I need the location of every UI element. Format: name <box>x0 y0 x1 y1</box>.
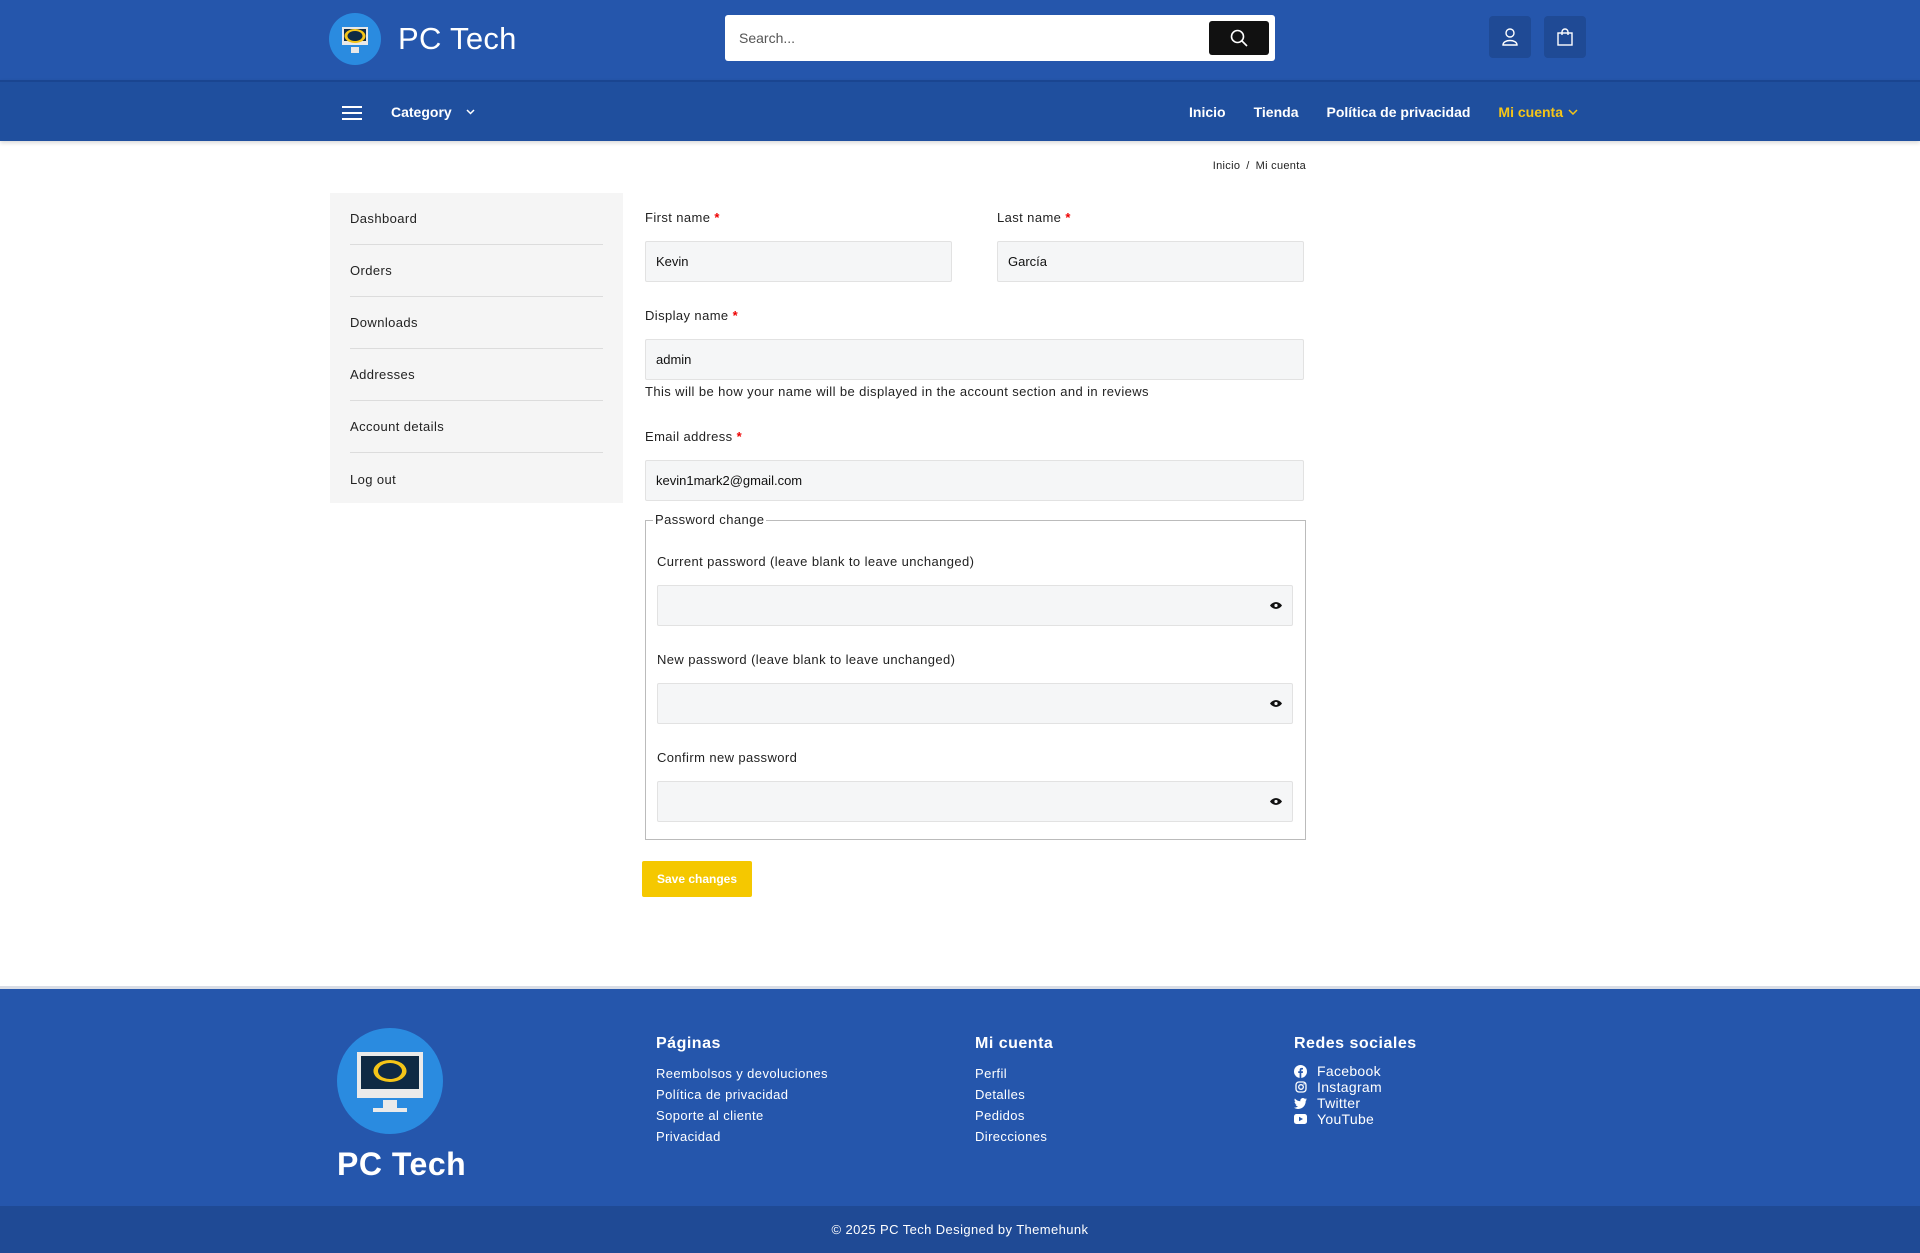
nav-link-privacy[interactable]: Política de privacidad <box>1326 104 1470 120</box>
footer-pages-column: Páginas Reembolsos y devoluciones Políti… <box>656 1035 828 1147</box>
current-password-input[interactable] <box>657 585 1293 626</box>
footer-link-addresses[interactable]: Direcciones <box>975 1126 1053 1147</box>
search-button[interactable] <box>1209 21 1269 55</box>
email-label: Email address * <box>645 429 742 444</box>
first-name-label: First name * <box>645 210 720 225</box>
current-password-label: Current password (leave blank to leave u… <box>657 554 975 569</box>
footer-facebook-label: Facebook <box>1317 1063 1381 1079</box>
sidebar-item-orders[interactable]: Orders <box>350 245 603 297</box>
nav-link-mi-cuenta-label: Mi cuenta <box>1498 104 1563 120</box>
last-name-label: Last name * <box>997 210 1071 225</box>
search-bar <box>725 15 1275 61</box>
nav-link-tienda[interactable]: Tienda <box>1254 104 1299 120</box>
footer-link-profile[interactable]: Perfil <box>975 1063 1053 1084</box>
top-header: PC Tech <box>0 0 1920 80</box>
footer-logo-icon <box>337 1028 443 1134</box>
show-password-icon[interactable] <box>1270 699 1282 708</box>
first-name-label-text: First name <box>645 210 711 225</box>
instagram-icon <box>1294 1081 1307 1094</box>
last-name-input[interactable] <box>997 241 1304 282</box>
footer-link-twitter[interactable]: Twitter <box>1294 1095 1417 1111</box>
cart-button[interactable] <box>1544 16 1586 58</box>
breadcrumb-separator: / <box>1246 160 1250 172</box>
required-mark: * <box>714 210 720 225</box>
breadcrumb-home[interactable]: Inicio <box>1213 160 1240 172</box>
site-footer: PC Tech Páginas Reembolsos y devolucione… <box>0 986 1920 1206</box>
show-password-icon[interactable] <box>1270 601 1282 610</box>
footer-social-column: Redes sociales Facebook Instagram Twitte… <box>1294 1035 1417 1127</box>
footer-link-youtube[interactable]: YouTube <box>1294 1111 1417 1127</box>
facebook-icon <box>1294 1064 1307 1078</box>
chevron-down-icon <box>466 109 475 115</box>
password-change-legend: Password change <box>653 512 767 527</box>
footer-account-column: Mi cuenta Perfil Detalles Pedidos Direcc… <box>975 1035 1053 1147</box>
footer-instagram-label: Instagram <box>1317 1079 1382 1095</box>
password-change-fieldset: Password change Current password (leave … <box>645 512 1306 840</box>
footer-link-orders[interactable]: Pedidos <box>975 1105 1053 1126</box>
first-name-input[interactable] <box>645 241 952 282</box>
user-icon <box>1502 28 1518 46</box>
email-input[interactable] <box>645 460 1304 501</box>
search-icon <box>1230 29 1248 47</box>
footer-link-support[interactable]: Soporte al cliente <box>656 1105 828 1126</box>
show-password-icon[interactable] <box>1270 797 1282 806</box>
footer-twitter-label: Twitter <box>1317 1095 1361 1111</box>
logo-icon <box>329 13 381 65</box>
footer-link-details[interactable]: Detalles <box>975 1084 1053 1105</box>
chevron-down-icon <box>1568 109 1578 115</box>
account-sidebar: Dashboard Orders Downloads Addresses Acc… <box>330 193 623 503</box>
nav-link-inicio[interactable]: Inicio <box>1189 104 1226 120</box>
account-button[interactable] <box>1489 16 1531 58</box>
display-name-label: Display name * <box>645 308 738 323</box>
confirm-password-input[interactable] <box>657 781 1293 822</box>
footer-link-privacy[interactable]: Privacidad <box>656 1126 828 1147</box>
copyright-bar: © 2025 PC Tech Designed by Themehunk <box>0 1206 1920 1253</box>
last-name-label-text: Last name <box>997 210 1062 225</box>
footer-youtube-label: YouTube <box>1317 1111 1375 1127</box>
footer-brand: PC Tech <box>337 1146 467 1182</box>
category-label: Category <box>391 104 452 120</box>
footer-pages-title: Páginas <box>656 1035 721 1052</box>
display-name-hint: This will be how your name will be displ… <box>645 384 1149 399</box>
twitter-icon <box>1294 1097 1307 1110</box>
shopping-bag-icon <box>1557 28 1573 46</box>
new-password-input[interactable] <box>657 683 1293 724</box>
display-name-input[interactable] <box>645 339 1304 380</box>
required-mark: * <box>1065 210 1071 225</box>
new-password-label: New password (leave blank to leave uncha… <box>657 652 956 667</box>
required-mark: * <box>732 308 739 323</box>
email-label-text: Email address <box>645 429 733 444</box>
required-mark: * <box>736 429 743 444</box>
breadcrumb: Inicio / Mi cuenta <box>1213 160 1306 172</box>
search-input[interactable] <box>725 15 1205 61</box>
breadcrumb-current: Mi cuenta <box>1255 160 1306 172</box>
footer-social-title: Redes sociales <box>1294 1035 1417 1052</box>
footer-link-refunds[interactable]: Reembolsos y devoluciones <box>656 1063 828 1084</box>
main-navigation: Category Inicio Tienda Política de priva… <box>0 80 1920 141</box>
sidebar-item-addresses[interactable]: Addresses <box>350 349 603 401</box>
sidebar-item-dashboard[interactable]: Dashboard <box>350 193 603 245</box>
footer-link-instagram[interactable]: Instagram <box>1294 1079 1417 1095</box>
site-logo[interactable]: PC Tech <box>329 13 517 65</box>
save-changes-button[interactable]: Save changes <box>642 861 752 897</box>
menu-icon[interactable] <box>342 106 362 120</box>
sidebar-item-account-details[interactable]: Account details <box>350 401 603 453</box>
sidebar-item-downloads[interactable]: Downloads <box>350 297 603 349</box>
footer-account-title: Mi cuenta <box>975 1035 1054 1052</box>
sidebar-item-logout[interactable]: Log out <box>350 453 603 505</box>
category-dropdown[interactable]: Category <box>391 104 475 120</box>
display-name-label-text: Display name <box>645 308 729 323</box>
nav-link-mi-cuenta[interactable]: Mi cuenta <box>1498 104 1578 120</box>
confirm-password-label: Confirm new password <box>657 750 798 765</box>
youtube-icon <box>1294 1113 1307 1126</box>
footer-link-privacy-policy[interactable]: Política de privacidad <box>656 1084 828 1105</box>
site-title[interactable]: PC Tech <box>398 21 517 57</box>
footer-link-facebook[interactable]: Facebook <box>1294 1063 1417 1079</box>
